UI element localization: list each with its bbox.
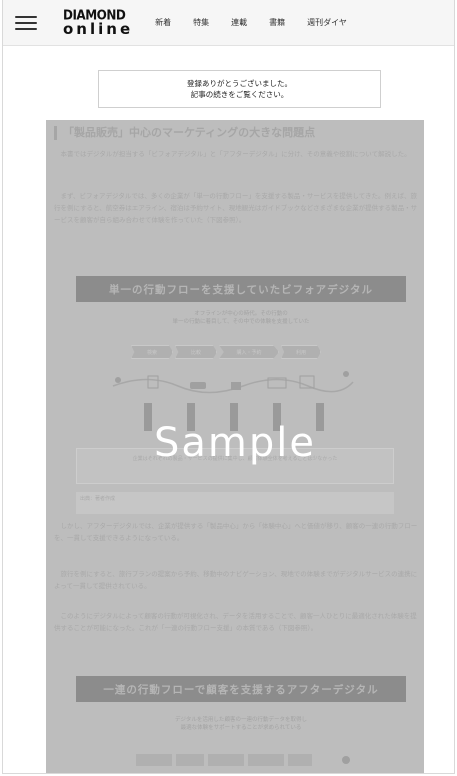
- article-paragraph-3: しかし、アフターデジタルでは、企業が提供する「製品中心」から「体験中心」へと価値…: [54, 522, 418, 542]
- top-navigation-bar: DIAMOND online 新着 特集 連載 書籍 週刊ダイヤ: [3, 0, 454, 46]
- section-banner-after-digital: 一連の行動フローで顧客を支援するアフターデジタル: [76, 676, 406, 702]
- notice-line-2: 記事の続きをご覧ください。: [190, 90, 289, 99]
- article-paragraph-1: 本書ではデジタルが担当する「ビフォアデジタル」と「アフターデジタル」に分け、その…: [54, 150, 411, 158]
- article-paragraph-2: まず、ビフォアデジタルでは、多くの企業が「単一の行動フロー」を支援する製品・サー…: [54, 192, 418, 224]
- notice-line-1: 登録ありがとうございました。: [187, 79, 292, 88]
- page-frame: DIAMOND online 新着 特集 連載 書籍 週刊ダイヤ 登録ありがとう…: [2, 0, 455, 774]
- flow-step-4: 利用: [281, 345, 321, 359]
- diagram-2-steps: [136, 754, 350, 766]
- flow-steps: 検索 比較 購入・予約 利用: [131, 345, 321, 359]
- sample-watermark: Sample: [154, 420, 316, 466]
- article-paragraph-4: 旅行を例にすると、旅行プランの提案から予約、移動中のナビゲーション、現地での体験…: [54, 570, 418, 590]
- section-banner-before-digital: 単一の行動フローを支援していたビフォアデジタル: [76, 276, 406, 302]
- article-heading: 「製品販売」中心のマーケティングの大きな問題点: [54, 126, 315, 140]
- nav-item-feature[interactable]: 特集: [193, 17, 209, 28]
- article-preview-overlay: 「製品販売」中心のマーケティングの大きな問題点 本書ではデジタルが担当する「ビフ…: [46, 120, 424, 773]
- main-nav: 新着 特集 連載 書籍 週刊ダイヤ: [155, 17, 347, 28]
- registration-notice: 登録ありがとうございました。 記事の続きをご覧ください。: [98, 70, 381, 108]
- nav-item-new[interactable]: 新着: [155, 17, 171, 28]
- logo-top-text: DIAMOND: [63, 6, 126, 23]
- logo-bottom-text: online: [63, 19, 134, 38]
- diagram-1-caption: オフラインが中心の時代。その行動の 単一の行動に着目して、その中での体験を支援し…: [172, 311, 310, 325]
- diagram-2-caption: デジタルを活用した顧客の一連の行動データを取得し 最適な体験をサポートすることが…: [175, 717, 307, 731]
- flow-step-1: 検索: [131, 345, 173, 359]
- nav-item-weekly-diamond[interactable]: 週刊ダイヤ: [307, 17, 347, 28]
- diagram-1-source-box: 出典：著者作成: [76, 492, 394, 514]
- hamburger-menu-icon[interactable]: [15, 14, 37, 32]
- article-paragraph-5: このようにデジタルによって顧客の行動が可視化され、データを活用することで、顧客一…: [54, 612, 417, 632]
- flow-step-3: 購入・予約: [219, 345, 279, 359]
- customer-journey-illustration: [112, 371, 354, 394]
- flow-step-2: 比較: [175, 345, 217, 359]
- nav-item-series[interactable]: 連載: [231, 17, 247, 28]
- nav-item-books[interactable]: 書籍: [269, 17, 285, 28]
- diamond-online-logo[interactable]: DIAMOND online: [63, 6, 134, 38]
